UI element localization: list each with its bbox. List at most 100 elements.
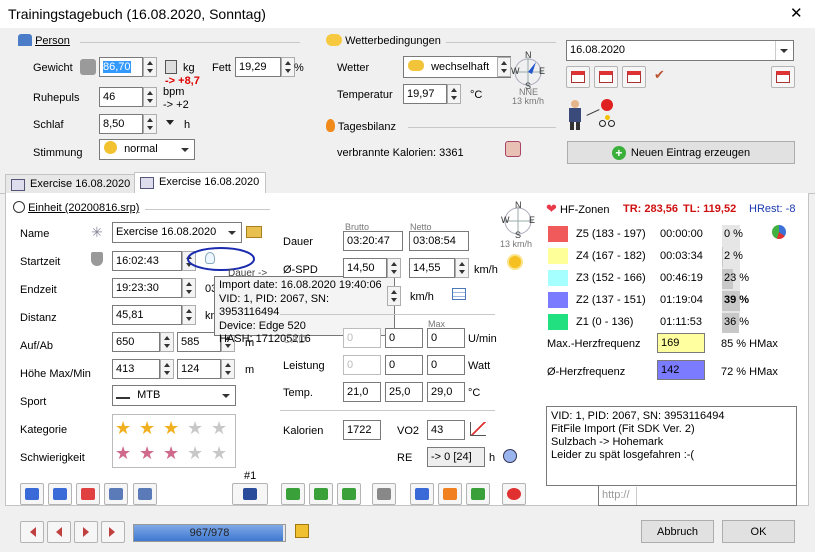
ruhepuls-input[interactable]: 46 bbox=[99, 87, 143, 107]
calculator-button[interactable] bbox=[372, 483, 396, 505]
clock-icon[interactable] bbox=[503, 449, 517, 463]
spd-brutto-input[interactable]: 14,50 bbox=[343, 258, 387, 278]
calendar-today-button[interactable] bbox=[594, 66, 618, 88]
mail-button[interactable] bbox=[337, 483, 361, 505]
temperatur-spinner[interactable] bbox=[447, 84, 461, 104]
temp-max-field[interactable]: 29,0 bbox=[427, 382, 465, 402]
prev-button[interactable] bbox=[47, 521, 71, 543]
wind-compass[interactable]: N W E S NNE 13 km/h bbox=[508, 50, 548, 106]
folder-icon[interactable] bbox=[246, 226, 262, 238]
shoe-button[interactable] bbox=[232, 483, 268, 505]
cancel-button[interactable]: Abbruch bbox=[641, 520, 714, 543]
hoehe-min-input[interactable]: 124 bbox=[177, 359, 221, 379]
calendar-edit-button[interactable] bbox=[771, 66, 795, 88]
name-select[interactable]: Exercise 16.08.2020 bbox=[112, 222, 242, 243]
dropdown-arrow-icon[interactable] bbox=[166, 120, 174, 125]
schlaf-spinner[interactable] bbox=[143, 114, 157, 134]
maxhf-field[interactable]: 169 bbox=[657, 333, 705, 353]
pie-chart-icon[interactable] bbox=[772, 225, 786, 239]
schwierigkeit-star-icon[interactable]: ★ bbox=[163, 444, 179, 462]
trend-chart-button[interactable] bbox=[20, 483, 44, 505]
schwierigkeit-star-icon[interactable]: ★ bbox=[115, 444, 131, 462]
spd-netto-spinner[interactable] bbox=[455, 258, 469, 278]
cad-max-field[interactable]: 0 bbox=[427, 328, 465, 348]
chart-icon[interactable] bbox=[470, 422, 486, 436]
auf-input[interactable]: 650 bbox=[112, 332, 160, 352]
line-chart-button[interactable] bbox=[48, 483, 72, 505]
temp-a-field[interactable]: 21,0 bbox=[343, 382, 381, 402]
tab-exercise-2[interactable]: Exercise 16.08.2020 bbox=[134, 172, 267, 194]
temp-b-field[interactable]: 25,0 bbox=[385, 382, 423, 402]
export-button[interactable] bbox=[133, 483, 157, 505]
cad-a-field[interactable]: 0 bbox=[343, 328, 381, 348]
calculator-icon[interactable] bbox=[165, 60, 177, 74]
dauer-netto-field[interactable]: 03:08:54 bbox=[409, 231, 469, 251]
thumbs-icon[interactable] bbox=[505, 141, 521, 157]
calendar-prev-button[interactable] bbox=[566, 66, 590, 88]
grid-button[interactable] bbox=[104, 483, 128, 505]
leistung-a-field[interactable]: 0 bbox=[343, 355, 381, 375]
wind-compass-exercise[interactable]: N W E S 13 km/h bbox=[498, 200, 538, 253]
kategorie-star-icon[interactable]: ★ bbox=[163, 419, 179, 437]
schlaf-input[interactable]: 8,50 bbox=[99, 114, 143, 134]
copy-button[interactable] bbox=[410, 483, 434, 505]
spd-netto-input[interactable]: 14,55 bbox=[409, 258, 455, 278]
lightbulb-icon[interactable] bbox=[205, 252, 215, 264]
sun-icon[interactable] bbox=[509, 256, 521, 268]
tab-exercise-1[interactable]: Exercise 16.08.2020 bbox=[5, 174, 138, 194]
gewicht-input[interactable]: 86,70 bbox=[99, 57, 143, 77]
date-select[interactable]: 16.08.2020 bbox=[566, 40, 794, 61]
hoehe-max-spinner[interactable] bbox=[160, 359, 174, 379]
scale-icon[interactable] bbox=[80, 59, 96, 75]
spd-brutto-spinner[interactable] bbox=[387, 258, 401, 278]
sync-button[interactable] bbox=[309, 483, 333, 505]
vo2-field[interactable]: 43 bbox=[427, 420, 465, 440]
schwierigkeit-star-icon[interactable]: ★ bbox=[187, 444, 203, 462]
rss-button[interactable] bbox=[438, 483, 462, 505]
endzeit-input[interactable]: 19:23:30 bbox=[112, 278, 182, 298]
startzeit-input[interactable]: 16:02:43 bbox=[112, 251, 182, 271]
distanz-spinner[interactable] bbox=[182, 305, 196, 325]
hoehe-min-spinner[interactable] bbox=[221, 359, 235, 379]
fett-spinner[interactable] bbox=[281, 57, 295, 77]
first-button[interactable] bbox=[20, 521, 44, 543]
kalorien-field[interactable]: 1722 bbox=[343, 420, 381, 440]
delete-button[interactable] bbox=[502, 483, 526, 505]
auf-spinner[interactable] bbox=[160, 332, 174, 352]
stimmung-select[interactable]: normal bbox=[99, 139, 195, 160]
kategorie-star-icon[interactable]: ★ bbox=[187, 419, 203, 437]
kategorie-star-icon[interactable]: ★ bbox=[211, 419, 227, 437]
ruhepuls-spinner[interactable] bbox=[143, 87, 157, 107]
kategorie-star-icon[interactable]: ★ bbox=[115, 419, 131, 437]
hoehe-max-input[interactable]: 413 bbox=[112, 359, 160, 379]
import-button[interactable] bbox=[281, 483, 305, 505]
calendar-next-button[interactable] bbox=[622, 66, 646, 88]
leistung-max-field[interactable]: 0 bbox=[427, 355, 465, 375]
gewicht-spinner[interactable] bbox=[143, 57, 157, 77]
temperatur-input[interactable]: 19,97 bbox=[403, 84, 447, 104]
bar-chart-button[interactable] bbox=[76, 483, 100, 505]
re-field[interactable]: -> 0 [24] bbox=[427, 447, 485, 467]
fett-input[interactable]: 19,29 bbox=[235, 57, 281, 77]
table-icon[interactable] bbox=[452, 288, 466, 300]
endzeit-spinner[interactable] bbox=[182, 278, 196, 298]
next-button[interactable] bbox=[74, 521, 98, 543]
close-button[interactable]: ✕ bbox=[790, 4, 803, 22]
notes-textarea[interactable]: VID: 1, PID: 2067, SN: 3953116494 FitFil… bbox=[546, 406, 797, 486]
dauer-brutto-field[interactable]: 03:20:47 bbox=[343, 231, 403, 251]
cad-b-field[interactable]: 0 bbox=[385, 328, 423, 348]
distanz-input[interactable]: 45,81 bbox=[112, 305, 182, 325]
row3-spinner[interactable] bbox=[387, 286, 401, 306]
url-input[interactable]: http:// bbox=[598, 486, 797, 506]
date-dropdown-arrow[interactable] bbox=[776, 42, 792, 60]
last-button[interactable] bbox=[101, 521, 125, 543]
kategorie-star-icon[interactable]: ★ bbox=[139, 419, 155, 437]
add-record-icon[interactable] bbox=[295, 524, 309, 538]
leistung-b-field[interactable]: 0 bbox=[385, 355, 423, 375]
sport-select[interactable]: MTB bbox=[112, 385, 236, 406]
ok-button[interactable]: OK bbox=[722, 520, 795, 543]
schwierigkeit-star-icon[interactable]: ★ bbox=[139, 444, 155, 462]
wetter-select[interactable]: wechselhaft bbox=[403, 56, 511, 78]
schwierigkeit-star-icon[interactable]: ★ bbox=[211, 444, 227, 462]
map-button[interactable] bbox=[466, 483, 490, 505]
